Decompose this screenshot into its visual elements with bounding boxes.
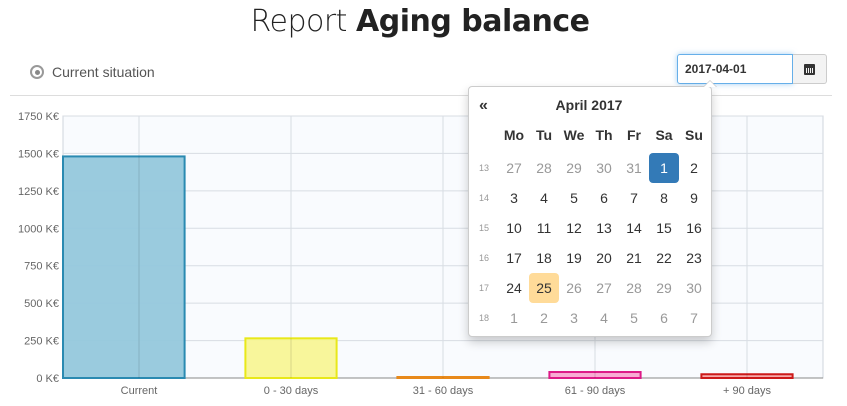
y-tick-label: 1000 K€ bbox=[18, 223, 59, 235]
title-prefix: Report bbox=[250, 4, 348, 39]
calendar-day[interactable]: 4 bbox=[529, 183, 559, 213]
datepicker-dropdown: « April 2017 Mo Tu We Th Fr Sa Su 13 27 … bbox=[468, 80, 717, 337]
weekday-label: Su bbox=[685, 127, 703, 143]
y-tick-label: 0 K€ bbox=[36, 373, 59, 385]
calendar-day[interactable]: 23 bbox=[679, 243, 709, 273]
calendar-day[interactable]: 24 bbox=[499, 273, 529, 303]
calendar-day[interactable]: 9 bbox=[679, 183, 709, 213]
weekday-label: Sa bbox=[655, 127, 673, 143]
calendar-day[interactable]: 6 bbox=[589, 183, 619, 213]
x-tick-label: 0 - 30 days bbox=[264, 385, 319, 397]
calendar-day[interactable]: 5 bbox=[619, 303, 649, 333]
bar-current[interactable] bbox=[62, 155, 186, 380]
calendar-day[interactable]: 8 bbox=[649, 183, 679, 213]
weekday-label: We bbox=[563, 127, 585, 143]
calendar-day[interactable]: 30 bbox=[589, 153, 619, 183]
calendar-day[interactable]: 14 bbox=[619, 213, 649, 243]
current-situation-option[interactable]: Current situation bbox=[30, 64, 155, 80]
title-main: Aging balance bbox=[356, 4, 590, 39]
calendar-day[interactable]: 21 bbox=[619, 243, 649, 273]
y-tick-label: 500 K€ bbox=[24, 298, 59, 310]
calendar-day[interactable]: 30 bbox=[679, 273, 709, 303]
calendar-day[interactable]: 29 bbox=[559, 153, 589, 183]
calendar-day[interactable]: 12 bbox=[559, 213, 589, 243]
x-tick-label: 61 - 90 days bbox=[565, 385, 626, 397]
weekday-label: Fr bbox=[627, 127, 641, 143]
week-row: 13 27 28 29 30 31 1 2 bbox=[469, 153, 709, 183]
week-number: 13 bbox=[478, 163, 489, 173]
calendar-day[interactable]: 22 bbox=[649, 243, 679, 273]
x-tick-label: Current bbox=[121, 385, 158, 397]
calendar-day-today[interactable]: 25 bbox=[529, 273, 559, 303]
calendar-day[interactable]: 4 bbox=[589, 303, 619, 333]
date-picker-group bbox=[677, 54, 827, 84]
calendar-day[interactable]: 28 bbox=[619, 273, 649, 303]
y-tick-label: 250 K€ bbox=[24, 336, 59, 348]
calendar-day[interactable]: 1 bbox=[499, 303, 529, 333]
calendar-day[interactable]: 3 bbox=[559, 303, 589, 333]
week-number: 16 bbox=[478, 253, 489, 263]
calendar-day[interactable]: 27 bbox=[499, 153, 529, 183]
page-title: Report Aging balance bbox=[0, 4, 840, 39]
calendar-day[interactable]: 29 bbox=[649, 273, 679, 303]
x-tick-label: + 90 days bbox=[723, 385, 772, 397]
y-tick-label: 1750 K€ bbox=[18, 111, 59, 123]
weekday-label: Th bbox=[595, 127, 613, 143]
weekday-header: Mo Tu We Th Fr Sa Su bbox=[469, 127, 709, 143]
calendar-day[interactable]: 31 bbox=[619, 153, 649, 183]
radio-label: Current situation bbox=[52, 64, 155, 80]
week-row: 17 24 25 26 27 28 29 30 bbox=[469, 273, 709, 303]
week-number: 18 bbox=[478, 313, 489, 323]
calendar-day[interactable]: 15 bbox=[649, 213, 679, 243]
calendar-day[interactable]: 27 bbox=[589, 273, 619, 303]
y-tick-label: 1500 K€ bbox=[18, 148, 59, 160]
calendar-day[interactable]: 7 bbox=[619, 183, 649, 213]
aging-balance-chart: 0 K€ 250 K€ 500 K€ 750 K€ 1000 K€ 1250 K€ 1500… bbox=[18, 111, 824, 397]
week-row: 18 1 2 3 4 5 6 7 bbox=[469, 303, 709, 333]
x-tick-label: 31 - 60 days bbox=[413, 385, 474, 397]
calendar-day[interactable]: 26 bbox=[559, 273, 589, 303]
calendar-day[interactable]: 19 bbox=[559, 243, 589, 273]
calendar-day[interactable]: 7 bbox=[679, 303, 709, 333]
weekday-label: Tu bbox=[535, 127, 553, 143]
y-tick-label: 1250 K€ bbox=[18, 186, 59, 198]
calendar-day[interactable]: 28 bbox=[529, 153, 559, 183]
calendar-day[interactable]: 10 bbox=[499, 213, 529, 243]
month-title[interactable]: April 2017 bbox=[469, 97, 709, 113]
week-row: 16 17 18 19 20 21 22 23 bbox=[469, 243, 709, 273]
calendar-day[interactable]: 13 bbox=[589, 213, 619, 243]
calendar-day[interactable]: 2 bbox=[679, 153, 709, 183]
y-tick-label: 750 K€ bbox=[24, 261, 59, 273]
date-input[interactable] bbox=[677, 54, 793, 84]
calendar-day[interactable]: 16 bbox=[679, 213, 709, 243]
week-number: 14 bbox=[478, 193, 489, 203]
week-number: 15 bbox=[478, 223, 489, 233]
calendar-day[interactable]: 2 bbox=[529, 303, 559, 333]
calendar-day[interactable]: 6 bbox=[649, 303, 679, 333]
week-number: 17 bbox=[478, 283, 489, 293]
calendar-day[interactable]: 3 bbox=[499, 183, 529, 213]
calendar-day-selected[interactable]: 1 bbox=[649, 153, 679, 183]
radio-icon[interactable] bbox=[30, 65, 44, 79]
calendar-day[interactable]: 17 bbox=[499, 243, 529, 273]
week-row: 14 3 4 5 6 7 8 9 bbox=[469, 183, 709, 213]
calendar-button[interactable] bbox=[793, 54, 827, 84]
calendar-day[interactable]: 18 bbox=[529, 243, 559, 273]
calendar-day[interactable]: 5 bbox=[559, 183, 589, 213]
datepicker-header: « April 2017 bbox=[469, 97, 711, 117]
calendar-day[interactable]: 20 bbox=[589, 243, 619, 273]
weekday-label: Mo bbox=[503, 127, 525, 143]
calendar-icon bbox=[804, 63, 815, 75]
week-row: 15 10 11 12 13 14 15 16 bbox=[469, 213, 709, 243]
calendar-day[interactable]: 11 bbox=[529, 213, 559, 243]
